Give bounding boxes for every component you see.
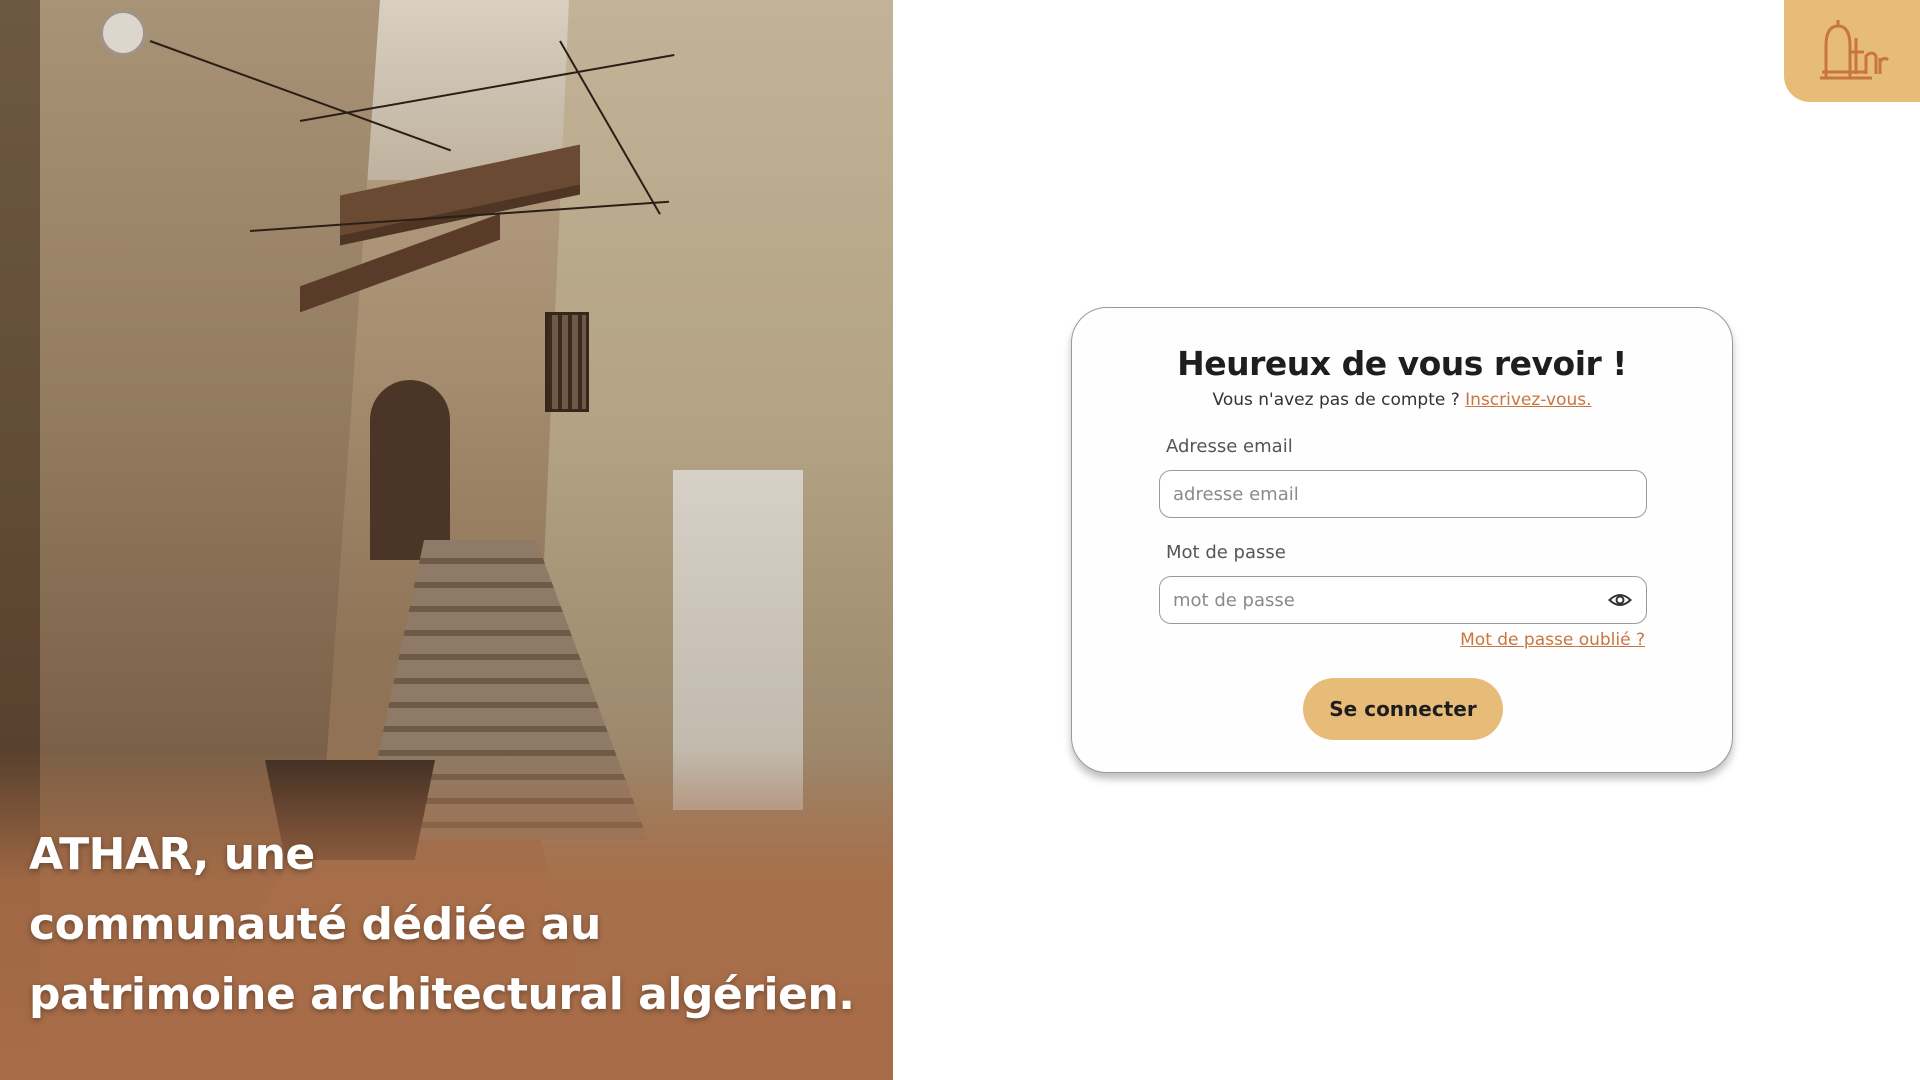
- login-card: Heureux de vous revoir ! Vous n'avez pas…: [1071, 307, 1733, 773]
- password-field-wrapper: [1159, 576, 1647, 624]
- password-field[interactable]: [1173, 589, 1607, 611]
- hero-caption-line: patrimoine architectural algérien.: [29, 969, 855, 1020]
- login-title: Heureux de vous revoir !: [1177, 344, 1627, 383]
- no-account-text: Vous n'avez pas de compte ?: [1212, 390, 1460, 410]
- logo-badge[interactable]: [1784, 0, 1920, 102]
- signup-prompt: Vous n'avez pas de compte ? Inscrivez-vo…: [1072, 390, 1732, 410]
- login-button[interactable]: Se connecter: [1303, 678, 1503, 740]
- email-field-wrapper: [1159, 470, 1647, 518]
- hero-caption-line: ATHAR, une: [29, 829, 315, 880]
- forgot-password-link[interactable]: Mot de passe oublié ?: [1460, 630, 1645, 650]
- eye-icon[interactable]: [1607, 587, 1633, 613]
- hero-image-alley: ATHAR, une communauté dédiée au patrimoi…: [0, 0, 893, 1080]
- athar-logo-icon: [1820, 20, 1890, 80]
- hero-caption-line: communauté dédiée au: [29, 899, 601, 950]
- password-label: Mot de passe: [1166, 542, 1286, 563]
- email-label: Adresse email: [1166, 436, 1293, 457]
- email-field[interactable]: [1173, 483, 1633, 505]
- login-page: ATHAR, une communauté dédiée au patrimoi…: [0, 0, 1920, 1080]
- hero-caption: ATHAR, une communauté dédiée au patrimoi…: [29, 820, 869, 1030]
- signup-link[interactable]: Inscrivez-vous.: [1465, 390, 1591, 410]
